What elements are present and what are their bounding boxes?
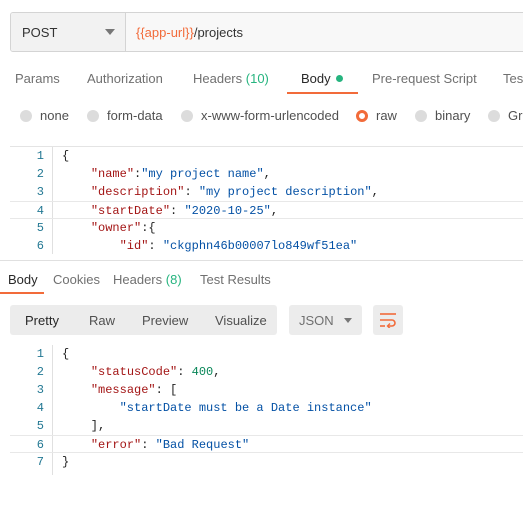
response-headers-count: (8) xyxy=(165,272,182,287)
radio-circle xyxy=(20,109,32,122)
format-select[interactable]: JSON xyxy=(289,305,362,335)
code-line: 4 "startDate must be a Date instance" xyxy=(36,401,372,415)
radio-circle xyxy=(87,109,99,122)
response-tabs: Body Cookies Headers (8) Test Results xyxy=(0,268,523,296)
response-tab-cookies[interactable]: Cookies xyxy=(53,272,100,287)
chevron-down-icon xyxy=(344,317,352,323)
tab-body[interactable]: Body xyxy=(301,71,343,86)
view-preview-button[interactable]: Preview xyxy=(142,313,188,328)
code-line-current: 4 "startDate": "2020-10-25", xyxy=(10,201,523,219)
code-line: 5 ], xyxy=(36,419,106,433)
headers-count: (10) xyxy=(245,71,269,86)
wrap-lines-button[interactable] xyxy=(373,305,403,335)
url-input[interactable]: {{app-url}}/projects xyxy=(126,13,523,51)
code-line: 3 "description": "my project description… xyxy=(36,185,379,199)
view-mode-group: Pretty Raw Preview Visualize xyxy=(10,305,277,335)
request-tabs: Params Authorization Headers (10) Body P… xyxy=(0,64,523,94)
code-line: 3 "message": [ xyxy=(36,383,178,397)
radio-graphql[interactable]: Gra xyxy=(488,108,523,123)
radio-circle xyxy=(181,109,193,122)
code-line: 2 "name":"my project name", xyxy=(36,167,271,181)
radio-raw[interactable]: raw xyxy=(356,108,397,123)
radio-circle-checked xyxy=(356,109,368,122)
radio-circle xyxy=(488,109,500,122)
response-tab-body[interactable]: Body xyxy=(8,272,38,287)
method-label: POST xyxy=(22,24,58,40)
view-visualize-button[interactable]: Visualize xyxy=(215,313,267,328)
active-response-tab-underline xyxy=(0,292,44,294)
radio-x-www-form-urlencoded[interactable]: x-www-form-urlencoded xyxy=(181,108,339,123)
code-line: 1{ xyxy=(36,347,70,361)
body-indicator-dot xyxy=(335,75,343,82)
url-variable: {{app-url}} xyxy=(136,24,194,40)
tab-headers[interactable]: Headers (10) xyxy=(193,71,269,86)
body-type-radios: none form-data x-www-form-urlencoded raw… xyxy=(0,104,523,128)
tab-tests[interactable]: Tes xyxy=(503,71,523,86)
tab-params[interactable]: Params xyxy=(15,71,60,86)
format-label: JSON xyxy=(299,312,334,328)
request-body-editor[interactable]: 1{ 2 "name":"my project name", 3 "descri… xyxy=(10,146,523,254)
code-line: 1{ xyxy=(36,149,70,163)
radio-form-data[interactable]: form-data xyxy=(87,108,163,123)
view-raw-button[interactable]: Raw xyxy=(89,313,115,328)
code-line: 6 "id": "ckgphn46b00007lo849wf51ea" xyxy=(36,239,358,253)
method-select[interactable]: POST xyxy=(11,13,126,51)
active-tab-underline xyxy=(287,92,358,94)
code-line-current: 6 "error": "Bad Request" xyxy=(10,435,523,453)
radio-circle xyxy=(415,109,427,122)
url-path: /projects xyxy=(193,24,243,40)
response-tab-headers[interactable]: Headers (8) xyxy=(113,272,182,287)
code-line: 7} xyxy=(36,455,70,469)
tab-authorization[interactable]: Authorization xyxy=(87,71,163,86)
tab-pre-request-script[interactable]: Pre-request Script xyxy=(372,71,477,86)
chevron-down-icon xyxy=(105,29,115,35)
code-line: 2 "statusCode": 400, xyxy=(36,365,221,379)
request-bar: POST {{app-url}}/projects xyxy=(10,12,523,52)
radio-binary[interactable]: binary xyxy=(415,108,470,123)
radio-none[interactable]: none xyxy=(20,108,69,123)
wrap-lines-icon xyxy=(380,313,396,328)
response-body-viewer[interactable]: 1{ 2 "statusCode": 400, 3 "message": [ 4… xyxy=(10,345,523,475)
code-line: 5 "owner":{ xyxy=(36,221,156,235)
response-tab-test-results[interactable]: Test Results xyxy=(200,272,271,287)
pane-divider[interactable] xyxy=(0,260,523,261)
view-pretty-button[interactable]: Pretty xyxy=(25,313,59,328)
